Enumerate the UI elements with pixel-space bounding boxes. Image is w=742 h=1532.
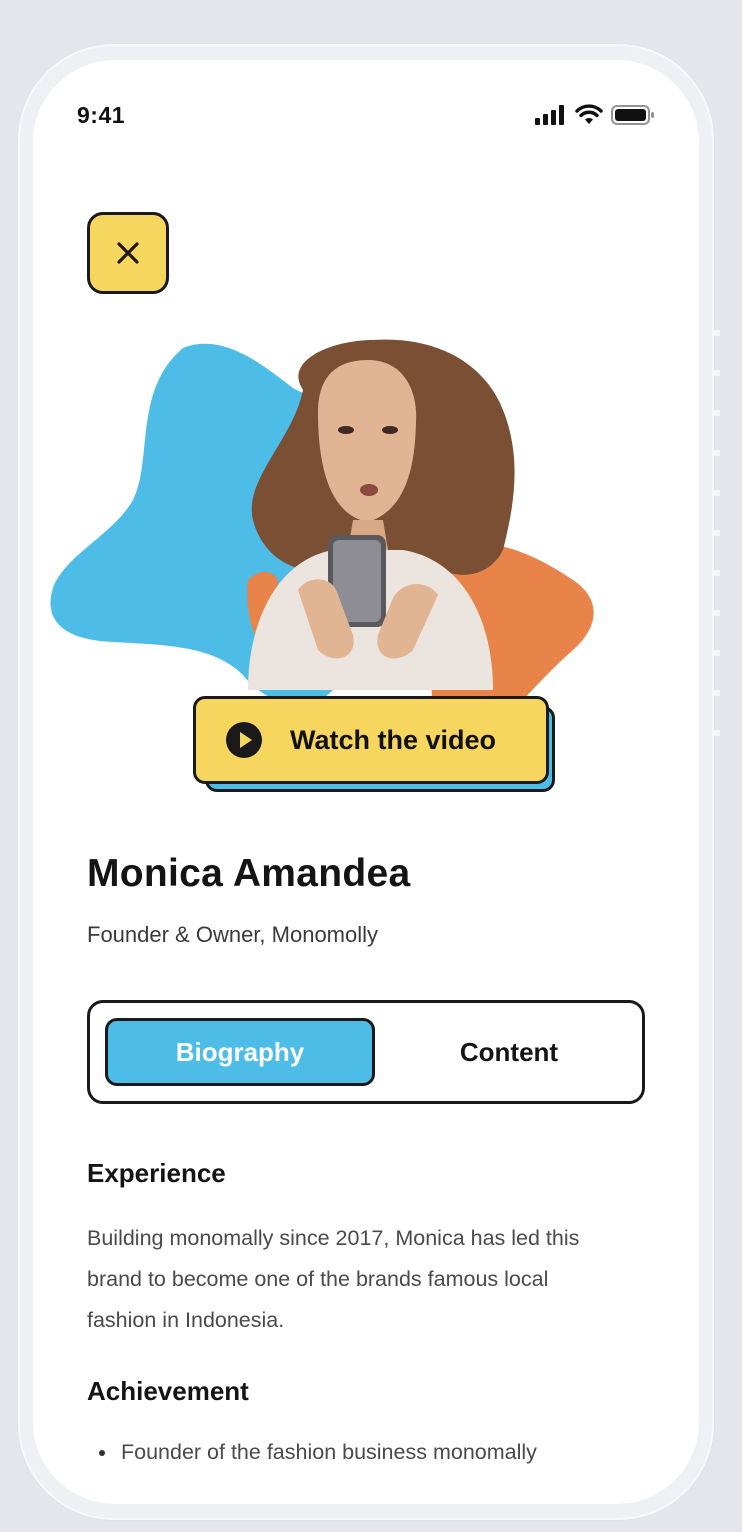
experience-line: fashion in Indonesia. — [87, 1308, 285, 1332]
experience-line: brand to become one of the brands famous… — [87, 1267, 549, 1291]
close-button[interactable] — [87, 212, 169, 294]
status-icons — [535, 104, 655, 125]
tab-biography[interactable]: Biography — [105, 1018, 375, 1086]
app-screen: 9:41 Watch the video Monica Amandea Foun… — [33, 60, 699, 1504]
experience-heading: Experience — [87, 1158, 226, 1188]
watch-video-label: Watch the video — [290, 724, 497, 755]
experience-line: Building monomally since 2017, Monica ha… — [87, 1226, 580, 1250]
achievement-list-item: Founder of the fashion business monomall… — [99, 1440, 537, 1465]
battery-icon — [611, 104, 654, 125]
play-icon — [226, 722, 262, 758]
achievement-text: Founder of the fashion business monomall… — [121, 1440, 537, 1464]
watch-video-button-group: Watch the video — [193, 696, 561, 796]
watch-video-button[interactable]: Watch the video — [193, 696, 549, 784]
experience-text: Building monomally since 2017, Monica ha… — [87, 1218, 657, 1341]
profile-tabs: Biography Content — [87, 1000, 645, 1104]
status-bar: 9:41 — [33, 60, 699, 170]
side-decoration — [714, 330, 722, 750]
status-time: 9:41 — [77, 102, 126, 128]
achievement-heading: Achievement — [87, 1376, 249, 1406]
close-icon — [117, 242, 139, 264]
tab-content[interactable]: Content — [375, 1018, 643, 1086]
profile-role: Founder & Owner, Monomolly — [87, 922, 379, 947]
profile-name: Monica Amandea — [87, 852, 411, 895]
cellular-signal-icon — [535, 104, 564, 125]
wifi-icon — [575, 104, 603, 124]
bullet-icon — [99, 1449, 105, 1456]
